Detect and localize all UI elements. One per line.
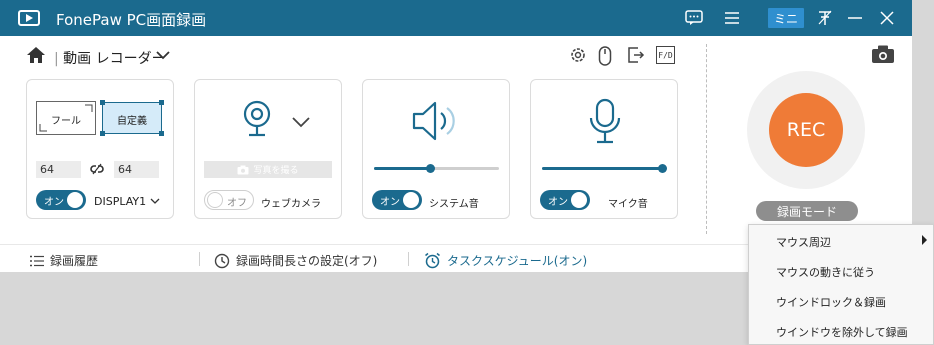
corner-mark-icon	[39, 124, 47, 132]
custom-area-option[interactable]: 自定義	[100, 100, 164, 136]
mini-mode-button[interactable]: ミニ	[768, 8, 804, 28]
toggle-label: オン	[380, 197, 400, 208]
chevron-down-icon	[150, 198, 160, 204]
resize-handle	[159, 100, 164, 105]
toggle-knob	[67, 192, 83, 208]
webcam-icon[interactable]	[241, 100, 273, 138]
toggle-knob	[571, 192, 587, 208]
close-icon	[880, 11, 894, 25]
fps-icon[interactable]: F/D	[656, 46, 675, 64]
menu-item-exclude-window[interactable]: ウインドウを除外して録画	[749, 315, 933, 345]
slider-fill	[542, 167, 663, 170]
webcam-toggle[interactable]: オフ	[204, 190, 254, 210]
export-icon[interactable]	[627, 46, 645, 64]
recorder-mode-text: 動画 レコーダー	[63, 51, 166, 67]
system-volume-slider[interactable]	[374, 164, 499, 173]
camera-icon	[237, 165, 249, 174]
minimize-button[interactable]	[844, 6, 866, 30]
slider-knob[interactable]	[658, 164, 667, 173]
take-photo-button[interactable]: 写真を撮る	[204, 161, 332, 178]
recorder-mode-label[interactable]: | 動画 レコーダー	[54, 48, 166, 68]
height-input[interactable]: 64	[114, 161, 159, 178]
submenu-arrow-icon	[922, 235, 927, 245]
microphone-icon[interactable]	[587, 98, 623, 144]
rec-button[interactable]: REC	[769, 93, 843, 167]
task-schedule-label: タスクスケジュール(オン)	[447, 254, 588, 268]
recording-mode-menu: マウス周辺 マウスの動きに従う ウインドロック＆録画 ウインドウを除外して録画	[748, 224, 934, 345]
pin-button[interactable]	[813, 6, 837, 30]
menu-item-label: マウス周辺	[776, 236, 831, 249]
take-photo-label: 写真を撮る	[253, 166, 299, 176]
footer-separator	[408, 252, 409, 266]
recording-history-button[interactable]: 録画履歴	[30, 252, 98, 269]
close-button[interactable]	[876, 6, 898, 30]
system-audio-label: システム音	[429, 199, 479, 210]
clock-icon	[214, 253, 230, 268]
mic-volume-slider[interactable]	[542, 164, 667, 173]
mouse-icon[interactable]	[598, 46, 612, 66]
menu-item-label: ウインドロック＆録画	[776, 296, 886, 309]
chevron-down-icon[interactable]	[156, 50, 170, 60]
speaker-icon[interactable]	[411, 100, 461, 142]
menu-item-label: マウスの動きに従う	[776, 266, 875, 279]
menu-item-label: ウインドウを除外して録画	[776, 326, 908, 339]
toggle-knob	[207, 192, 223, 208]
display-select-value: DISPLAY1	[94, 195, 147, 208]
full-screen-option[interactable]: フール	[36, 101, 96, 135]
microphone-toggle[interactable]: オン	[540, 190, 590, 210]
task-schedule-button[interactable]: タスクスケジュール(オン)	[424, 252, 587, 269]
menu-item-follow-mouse[interactable]: マウスの動きに従う	[749, 255, 933, 285]
recording-duration-label: 録画時間長さの設定(オフ)	[236, 254, 378, 268]
toggle-label: オン	[44, 197, 64, 208]
toggle-label: オフ	[227, 198, 247, 209]
menu-item-around-mouse[interactable]: マウス周辺	[749, 225, 933, 255]
microphone-card: オン マイク音	[530, 79, 678, 219]
toggle-label: オン	[548, 197, 568, 208]
app-logo-icon	[18, 10, 40, 26]
webcam-card: 写真を撮る オフ ウェブカメラ	[194, 79, 342, 219]
chevron-down-icon[interactable]	[291, 116, 311, 128]
title-bar: FonePaw PC画面録画 ミニ	[0, 0, 912, 36]
system-audio-card: オン システム音	[362, 79, 510, 219]
slider-fill	[374, 167, 430, 170]
settings-icon[interactable]	[569, 46, 587, 64]
minimize-icon	[848, 17, 862, 19]
recording-mode-button[interactable]: 録画モード	[756, 201, 858, 221]
display-select[interactable]: DISPLAY1	[94, 195, 160, 208]
footer-separator	[199, 252, 200, 266]
list-icon	[30, 255, 44, 266]
alarm-clock-icon	[425, 252, 440, 269]
record-area-card: フール 自定義 64 64 オン DISPLAY1	[26, 79, 174, 219]
screenshot-camera-icon[interactable]	[871, 44, 895, 64]
width-input[interactable]: 64	[36, 161, 81, 178]
system-audio-toggle[interactable]: オン	[372, 190, 422, 210]
corner-mark-icon	[85, 104, 93, 112]
link-icon[interactable]	[90, 162, 104, 176]
display-toggle[interactable]: オン	[36, 190, 86, 210]
resize-handle	[159, 131, 164, 136]
menu-button[interactable]	[720, 6, 744, 30]
toggle-knob	[403, 192, 419, 208]
menu-icon	[725, 12, 739, 24]
resize-handle	[100, 100, 105, 105]
custom-area-label: 自定義	[117, 116, 147, 127]
slider-knob[interactable]	[426, 164, 435, 173]
recording-history-label: 録画履歴	[50, 254, 99, 268]
app-title: FonePaw PC画面録画	[56, 11, 207, 29]
toolbar: | 動画 レコーダー F/D	[0, 36, 705, 76]
home-icon[interactable]	[26, 46, 46, 64]
recording-duration-button[interactable]: 録画時間長さの設定(オフ)	[214, 252, 377, 269]
vertical-divider	[706, 44, 707, 234]
menu-item-lock-window[interactable]: ウインドロック＆録画	[749, 285, 933, 315]
resize-handle	[100, 131, 105, 136]
microphone-label: マイク音	[608, 199, 648, 210]
webcam-label: ウェブカメラ	[261, 199, 321, 210]
feedback-icon	[685, 10, 703, 25]
pin-icon	[818, 10, 832, 25]
feedback-button[interactable]	[682, 6, 706, 30]
